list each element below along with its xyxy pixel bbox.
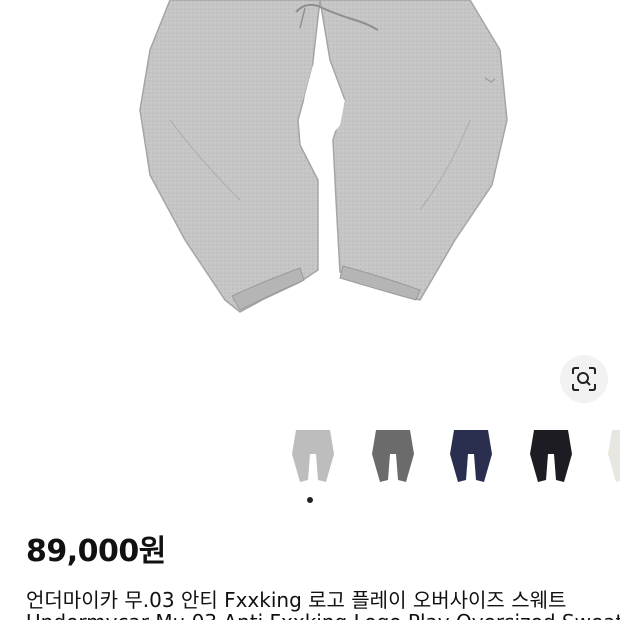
- thumbnail-charcoal[interactable]: [366, 424, 420, 488]
- thumbnail-black[interactable]: [524, 424, 578, 488]
- thumbnail-ivory[interactable]: [602, 424, 620, 488]
- product-title[interactable]: 언더마이카 무.03 안티 Fxxking 로고 플레이 오버사이즈 스웨트: [26, 584, 620, 613]
- thumbnail-strip: [284, 424, 620, 490]
- image-search-icon: [572, 367, 596, 391]
- image-search-button[interactable]: [560, 355, 608, 403]
- thumbnail-gray[interactable]: [286, 424, 340, 488]
- carousel-indicator-dot: [307, 497, 313, 503]
- product-price: 89,000원: [26, 534, 166, 569]
- product-subtitle: Undermycar Mu.03 Anti Fxxking Logo Play …: [26, 612, 620, 620]
- product-main-image[interactable]: [0, 0, 620, 410]
- thumbnail-navy[interactable]: [444, 424, 498, 488]
- sweatpants-photo: [139, 0, 508, 313]
